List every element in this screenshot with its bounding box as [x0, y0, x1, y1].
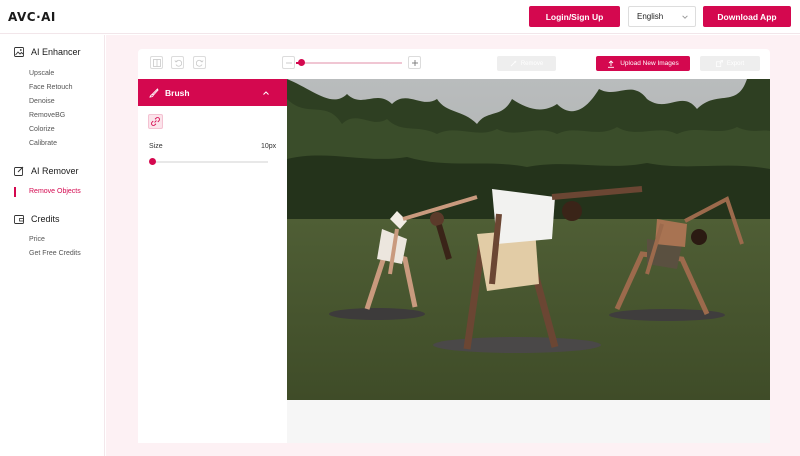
zoom-out-icon[interactable] [282, 56, 295, 69]
image-icon [14, 47, 24, 57]
export-label: Export [726, 60, 745, 67]
link-icon[interactable] [148, 114, 163, 129]
brush-size-slider[interactable] [149, 158, 268, 165]
chevron-up-icon [263, 91, 269, 95]
sidebar-item-removebg[interactable]: RemoveBG [29, 112, 65, 119]
top-header: AVC·AI Login/Sign Up English Download Ap… [0, 0, 800, 34]
edit-icon [14, 166, 24, 176]
section-title: AI Enhancer [31, 47, 81, 57]
language-select[interactable]: English [628, 6, 696, 27]
sidebar-item-denoise[interactable]: Denoise [29, 98, 55, 105]
undo-icon[interactable] [171, 56, 184, 69]
remove-button[interactable]: Remove [497, 56, 556, 71]
sidebar-section-credits[interactable]: Credits [14, 214, 60, 224]
sidebar-item-get-free-credits[interactable]: Get Free Credits [29, 250, 81, 257]
download-app-button[interactable]: Download App [703, 6, 791, 27]
photo-yoga-park [287, 79, 770, 400]
brush-size-thumb[interactable] [149, 158, 156, 165]
remove-label: Remove [520, 60, 544, 67]
sidebar-item-face-retouch[interactable]: Face Retouch [29, 84, 73, 91]
editing-photo[interactable] [287, 79, 770, 400]
sidebar-section-ai-remover[interactable]: AI Remover [14, 166, 79, 176]
upload-new-images-button[interactable]: Upload New Images [596, 56, 690, 71]
section-title: Credits [31, 214, 60, 224]
size-label: Size [149, 143, 163, 150]
brush-title: Brush [165, 87, 190, 98]
sidebar-section-ai-enhancer[interactable]: AI Enhancer [14, 47, 81, 57]
brush-tool-header[interactable]: Brush [138, 79, 287, 106]
language-value: English [637, 12, 664, 21]
brush-icon [149, 87, 159, 97]
zoom-slider-thumb[interactable] [298, 59, 305, 66]
section-title: AI Remover [31, 166, 79, 176]
compare-icon[interactable] [150, 56, 163, 69]
sidebar-item-remove-objects[interactable]: Remove Objects [29, 188, 81, 195]
sidebar-item-colorize[interactable]: Colorize [29, 126, 55, 133]
sidebar-item-upscale[interactable]: Upscale [29, 70, 54, 77]
zoom-slider[interactable] [296, 59, 402, 66]
chevron-down-icon [682, 15, 688, 19]
active-indicator [14, 187, 16, 197]
zoom-in-icon[interactable] [408, 56, 421, 69]
sidebar-item-price[interactable]: Price [29, 236, 45, 243]
login-signup-button[interactable]: Login/Sign Up [529, 6, 620, 27]
redo-icon[interactable] [193, 56, 206, 69]
upload-label: Upload New Images [620, 60, 679, 67]
logo[interactable]: AVC·AI [8, 10, 56, 24]
tool-panel [138, 79, 287, 443]
sidebar-item-calibrate[interactable]: Calibrate [29, 140, 57, 147]
wallet-icon [14, 215, 24, 224]
export-button[interactable]: Export [700, 56, 760, 71]
size-value: 10px [261, 143, 277, 150]
magic-wand-icon [510, 60, 517, 67]
upload-icon [608, 59, 615, 68]
export-icon [715, 60, 723, 67]
